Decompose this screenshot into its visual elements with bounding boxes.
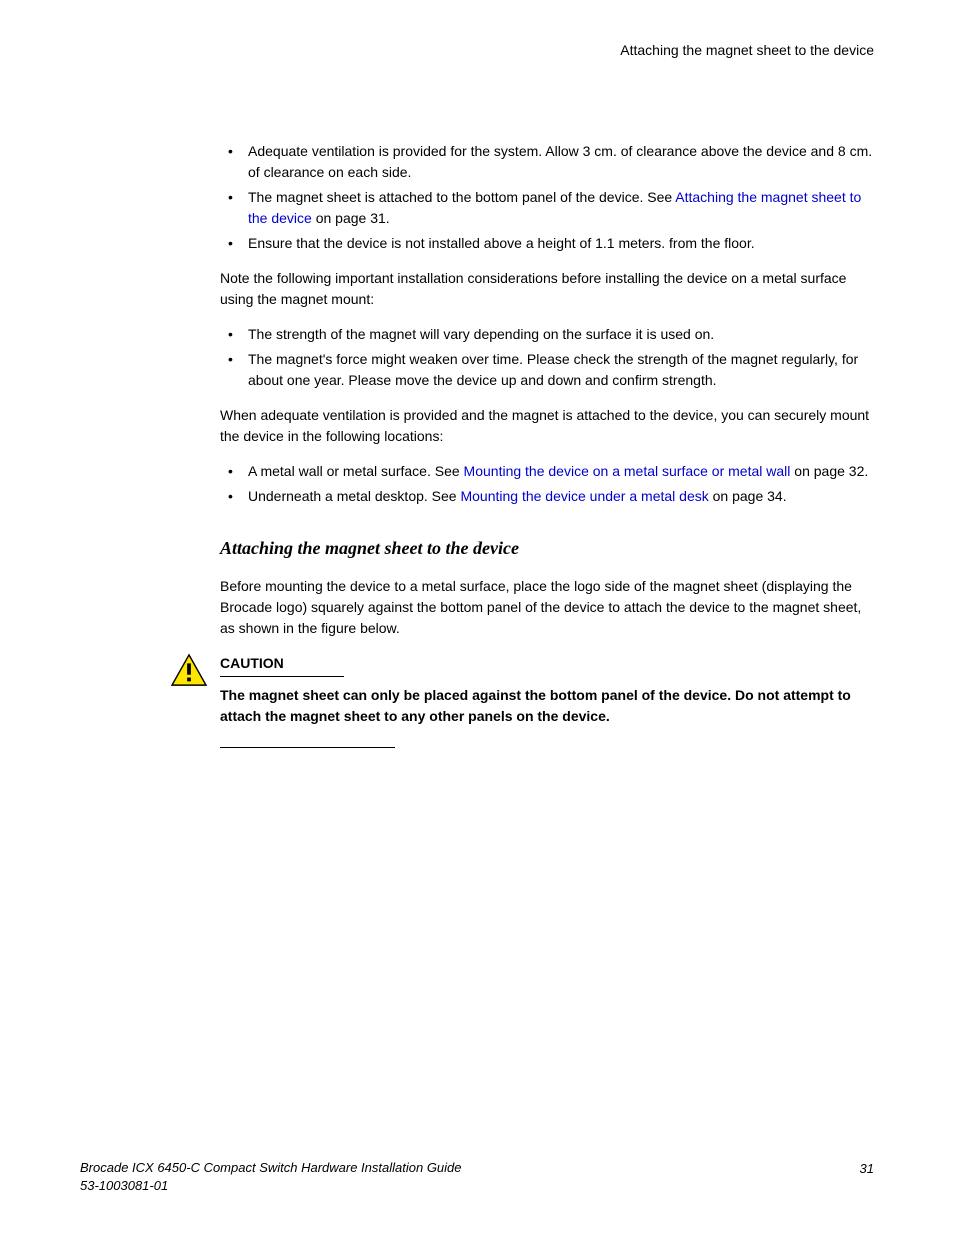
paragraph: Before mounting the device to a metal su… — [220, 576, 874, 639]
bullet-list-2: The strength of the magnet will vary dep… — [220, 324, 874, 391]
footer-left: Brocade ICX 6450-C Compact Switch Hardwa… — [80, 1159, 462, 1195]
list-item: The magnet sheet is attached to the bott… — [220, 187, 874, 229]
footer-page-number: 31 — [860, 1159, 874, 1195]
caution-text: The magnet sheet can only be placed agai… — [220, 685, 874, 727]
link-mounting-metal-desk[interactable]: Mounting the device under a metal desk — [460, 488, 708, 504]
paragraph: Note the following important installatio… — [220, 268, 874, 310]
text-segment: on page 32. — [790, 463, 868, 479]
list-item: A metal wall or metal surface. See Mount… — [220, 461, 874, 482]
bullet-list-3: A metal wall or metal surface. See Mount… — [220, 461, 874, 507]
main-content: Adequate ventilation is provided for the… — [80, 141, 874, 748]
list-item: Ensure that the device is not installed … — [220, 233, 874, 254]
footer-doc-title: Brocade ICX 6450-C Compact Switch Hardwa… — [80, 1159, 462, 1177]
list-item: The magnet's force might weaken over tim… — [220, 349, 874, 391]
caution-label: CAUTION — [220, 653, 344, 677]
text-segment: on page 31. — [312, 210, 390, 226]
caution-rule — [220, 747, 395, 748]
footer-doc-number: 53-1003081-01 — [80, 1177, 462, 1195]
link-mounting-metal-wall[interactable]: Mounting the device on a metal surface o… — [464, 463, 791, 479]
text-segment: Underneath a metal desktop. See — [248, 488, 460, 504]
bullet-list-1: Adequate ventilation is provided for the… — [220, 141, 874, 254]
page-header-title: Attaching the magnet sheet to the device — [80, 40, 874, 61]
text-segment: on page 34. — [709, 488, 787, 504]
caution-block: CAUTION The magnet sheet can only be pla… — [170, 653, 874, 748]
section-heading: Attaching the magnet sheet to the device — [220, 535, 874, 562]
paragraph: When adequate ventilation is provided an… — [220, 405, 874, 447]
list-item: The strength of the magnet will vary dep… — [220, 324, 874, 345]
caution-icon — [170, 653, 208, 687]
text-segment: A metal wall or metal surface. See — [248, 463, 464, 479]
list-item: Underneath a metal desktop. See Mounting… — [220, 486, 874, 507]
page-footer: Brocade ICX 6450-C Compact Switch Hardwa… — [80, 1159, 874, 1195]
text-segment: The magnet sheet is attached to the bott… — [248, 189, 675, 205]
list-item: Adequate ventilation is provided for the… — [220, 141, 874, 183]
caution-body: CAUTION The magnet sheet can only be pla… — [220, 653, 874, 748]
